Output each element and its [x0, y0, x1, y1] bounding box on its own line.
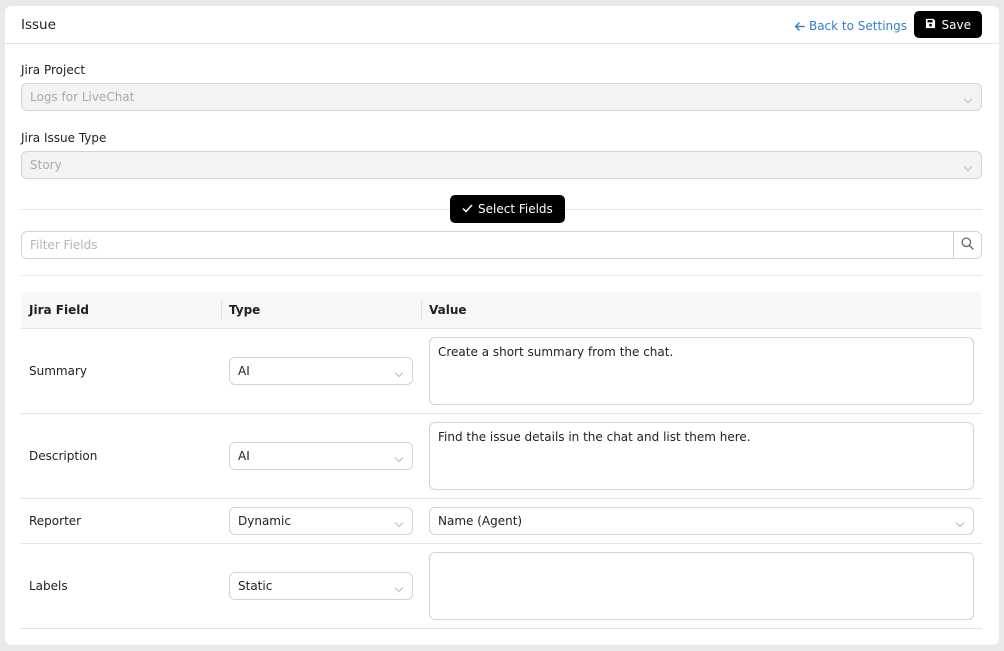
value-select[interactable]: Name (Agent) — [429, 507, 974, 535]
type-value: AI — [238, 449, 250, 463]
field-name: Reporter — [29, 514, 82, 528]
field-name: Description — [29, 449, 98, 463]
table-row: Summary AI Create a short summary from t… — [21, 329, 982, 414]
floppy-disk-icon — [925, 18, 936, 32]
value-textarea[interactable]: Find the issue details in the chat and l… — [429, 422, 974, 490]
search-icon — [961, 237, 974, 253]
card-header: Issue Back to Settings Save — [5, 6, 999, 44]
arrow-left-icon — [794, 21, 805, 32]
jira-issue-type-value: Story — [30, 158, 62, 172]
type-select[interactable]: Static — [229, 572, 413, 600]
column-header-value: Value — [421, 292, 982, 328]
filter-fields-input[interactable] — [22, 232, 953, 258]
value-select-value: Name (Agent) — [438, 514, 523, 528]
select-fields-label: Select Fields — [478, 202, 553, 216]
jira-project-value: Logs for LiveChat — [30, 90, 135, 104]
select-fields-button[interactable]: Select Fields — [450, 195, 565, 223]
table-row: Reporter Dynamic Name (Agent) — [21, 499, 982, 544]
chevron-down-icon — [394, 452, 404, 466]
chevron-down-icon — [394, 582, 404, 596]
chevron-down-icon — [394, 367, 404, 381]
save-button[interactable]: Save — [913, 11, 982, 38]
back-link-label: Back to Settings — [808, 19, 907, 33]
chevron-down-icon — [963, 161, 973, 175]
table-header: Jira Field Type Value — [21, 292, 982, 329]
table-row: Labels Static — [21, 544, 982, 629]
column-header-type: Type — [221, 292, 421, 328]
jira-issue-type-label: Jira Issue Type — [21, 131, 107, 145]
field-name: Labels — [29, 579, 68, 593]
jira-issue-type-select[interactable]: Story — [21, 151, 982, 179]
jira-project-select[interactable]: Logs for LiveChat — [21, 83, 982, 111]
jira-project-label: Jira Project — [21, 63, 86, 77]
type-value: Dynamic — [238, 514, 291, 528]
type-select[interactable]: AI — [229, 357, 413, 385]
field-name: Summary — [29, 364, 87, 378]
type-select[interactable]: Dynamic — [229, 507, 413, 535]
issue-card: Issue Back to Settings Save Jira Project… — [5, 6, 999, 645]
check-icon — [462, 202, 473, 216]
fields-table: Jira Field Type Value Summary AI Create … — [21, 292, 982, 629]
value-textarea[interactable] — [429, 552, 974, 620]
page-title: Issue — [21, 17, 56, 33]
save-label: Save — [941, 17, 971, 32]
value-textarea[interactable]: Create a short summary from the chat. — [429, 337, 974, 405]
chevron-down-icon — [394, 517, 404, 531]
type-value: Static — [238, 579, 273, 593]
type-value: AI — [238, 364, 250, 378]
filter-fields-group — [21, 231, 982, 259]
column-header-jira-field: Jira Field — [29, 303, 89, 317]
type-select[interactable]: AI — [229, 442, 413, 470]
chevron-down-icon — [963, 93, 973, 107]
filter-search-button[interactable] — [953, 232, 981, 258]
table-row: Description AI Find the issue details in… — [21, 414, 982, 499]
chevron-down-icon — [955, 517, 965, 531]
filter-divider — [21, 275, 982, 276]
back-to-settings-link[interactable]: Back to Settings — [794, 19, 907, 33]
